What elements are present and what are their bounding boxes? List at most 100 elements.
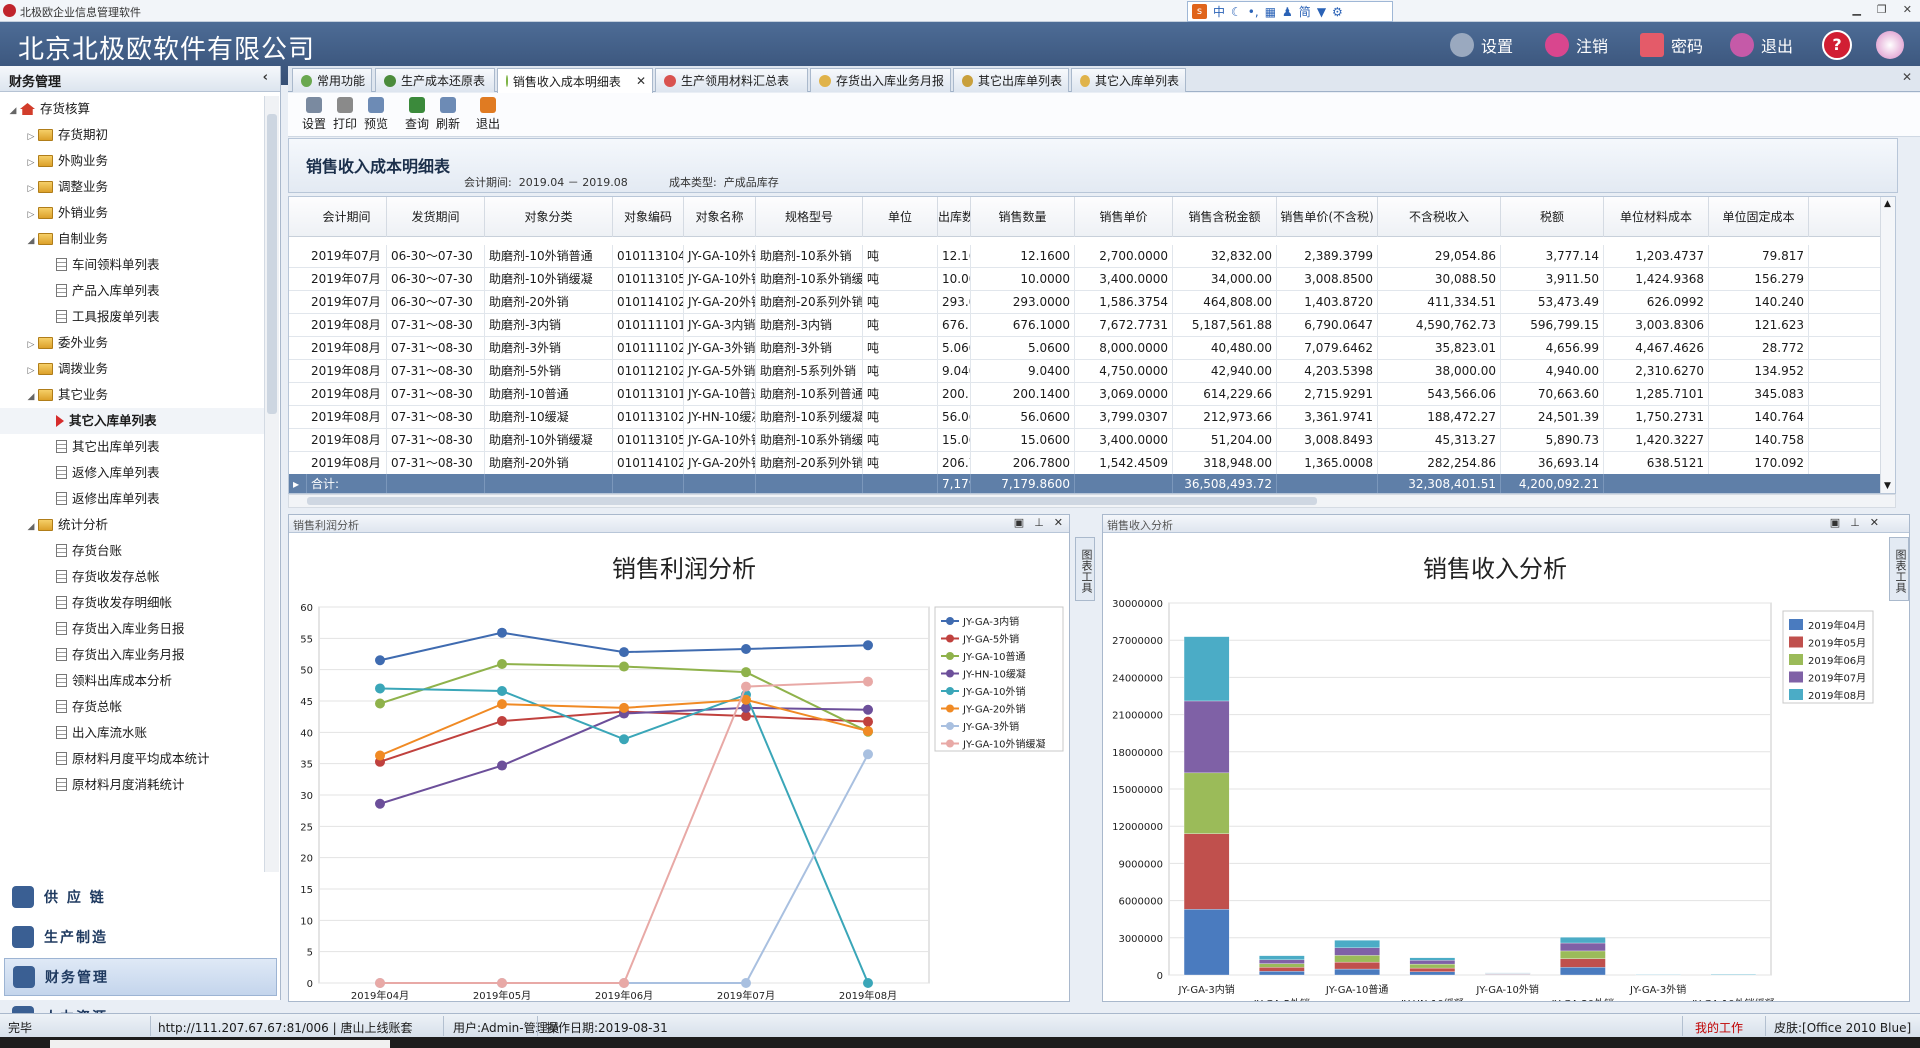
ime-simplified-mode[interactable]: 简 xyxy=(1299,3,1311,20)
tab-3[interactable]: 生产领用材料汇总表 xyxy=(655,68,808,92)
scroll-up-icon[interactable]: ▲ xyxy=(1884,199,1891,209)
chart-tools-tab-profit[interactable]: 图表工具 xyxy=(1075,537,1095,601)
tree-item[interactable]: ▷ 委外业务 xyxy=(0,330,264,356)
column-header[interactable]: 单位 xyxy=(863,197,938,237)
tree-item[interactable]: 产品入库单列表 xyxy=(0,278,264,304)
module-button[interactable]: 生产制造 xyxy=(4,918,277,956)
chevron-down-icon[interactable]: ◢ xyxy=(24,384,38,410)
logout-button[interactable]: 注销 xyxy=(1545,28,1608,62)
my-work-link[interactable]: 我的工作 xyxy=(1695,1019,1743,1036)
chevron-right-icon[interactable]: ▷ xyxy=(24,150,38,176)
column-header[interactable]: 税额 xyxy=(1501,197,1604,237)
tree-item[interactable]: 原材料月度消耗统计 xyxy=(0,772,264,798)
chevron-down-icon[interactable]: ◢ xyxy=(24,228,38,254)
refresh-button[interactable]: 刷新 xyxy=(432,97,464,132)
column-header[interactable]: 会计期间 xyxy=(307,197,387,237)
scroll-down-icon[interactable]: ▼ xyxy=(1884,481,1891,491)
panel-close-icon[interactable]: ✕ xyxy=(1870,516,1879,529)
help-button[interactable]: ? xyxy=(1822,28,1852,62)
exit-report-button[interactable]: 退出 xyxy=(472,97,504,132)
column-header[interactable]: 出库数量 xyxy=(938,197,971,237)
table-row[interactable]: 2019年07月 06-30～07-30 助磨剂-10外销缓凝 010113105 JY… xyxy=(289,268,1895,291)
chevron-right-icon[interactable]: ▷ xyxy=(24,202,38,228)
table-row[interactable]: 2019年08月 07-31～08-30 助磨剂-5外销 010112102 JY-GA… xyxy=(289,360,1895,383)
table-row[interactable]: 2019年08月 07-31～08-30 助磨剂-10缓凝 010113102 JY-H… xyxy=(289,406,1895,429)
tree-item[interactable]: 车间领料单列表 xyxy=(0,252,264,278)
tab-2[interactable]: 销售收入成本明细表 ✕ xyxy=(497,68,653,93)
column-header[interactable]: 对象名称 xyxy=(684,197,756,237)
ime-keyboard-icon[interactable]: ▦ xyxy=(1265,5,1276,19)
grid-vertical-scrollbar[interactable]: ▲ ▼ xyxy=(1880,197,1895,493)
column-header[interactable]: 销售单价(不含税) xyxy=(1277,197,1378,237)
tree-item[interactable]: ▷ 调拨业务 xyxy=(0,356,264,382)
tree-item[interactable]: 返修出库单列表 xyxy=(0,486,264,512)
panel-pin-icon[interactable]: ⊥ xyxy=(1034,516,1044,529)
panel-close-icon[interactable]: ✕ xyxy=(1054,516,1063,529)
tree-item[interactable]: 存货出入库业务日报 xyxy=(0,616,264,642)
preview-button[interactable]: 预览 xyxy=(360,97,392,132)
column-header[interactable]: 销售含税金额 xyxy=(1173,197,1277,237)
chevron-right-icon[interactable]: ▷ xyxy=(24,332,38,358)
table-row[interactable]: 2019年07月 06-30～07-30 助磨剂-20外销 010114102 JY-G… xyxy=(289,291,1895,314)
close-all-tabs-icon[interactable]: ✕ xyxy=(1902,70,1912,84)
tree-item[interactable]: ▷ 调整业务 xyxy=(0,174,264,200)
tree-item[interactable]: ◢ 自制业务 xyxy=(0,226,264,252)
panel-maximize-icon[interactable]: ▣ xyxy=(1830,516,1840,529)
column-header[interactable]: 对象编码 xyxy=(613,197,684,237)
chevron-right-icon[interactable]: ▷ xyxy=(24,176,38,202)
tree-item[interactable]: ▷ 外销业务 xyxy=(0,200,264,226)
column-header[interactable]: 对象分类 xyxy=(485,197,613,237)
table-row[interactable]: 2019年08月 07-31～08-30 助磨剂-10普通 010113101 JY-G… xyxy=(289,383,1895,406)
chevron-right-icon[interactable]: ▷ xyxy=(24,358,38,384)
tree-item[interactable]: 存货台账 xyxy=(0,538,264,564)
sidebar-scrollbar[interactable] xyxy=(264,96,279,872)
minimize-icon[interactable]: ▁ xyxy=(1852,3,1860,16)
tree-item[interactable]: ▷ 存货期初 xyxy=(0,122,264,148)
table-row[interactable]: 2019年08月 07-31～08-30 助磨剂-3内销 010111101 JY-GA… xyxy=(289,314,1895,337)
query-button[interactable]: 查询 xyxy=(401,97,433,132)
chevron-right-icon[interactable]: ▷ xyxy=(24,124,38,150)
ime-skin-icon[interactable]: ▼ xyxy=(1317,5,1326,19)
tree-item[interactable]: 工具报废单列表 xyxy=(0,304,264,330)
skin-selector[interactable]: 皮肤:[Office 2010 Blue] xyxy=(1774,1019,1911,1036)
ime-settings-icon[interactable]: ⚙ xyxy=(1332,5,1343,19)
tree-item[interactable]: 返修入库单列表 xyxy=(0,460,264,486)
tab-4[interactable]: 存货出入库业务月报 xyxy=(810,68,951,92)
column-header[interactable]: 单位固定成本 xyxy=(1709,197,1809,237)
tree-item[interactable]: ◢ 统计分析 xyxy=(0,512,264,538)
tab-6[interactable]: 其它入库单列表 xyxy=(1071,68,1186,92)
user-avatar-button[interactable] xyxy=(1876,28,1904,62)
chevron-down-icon[interactable]: ◢ xyxy=(24,514,38,540)
chevron-down-icon[interactable]: ◢ xyxy=(6,98,20,124)
tree-item[interactable]: 原材料月度平均成本统计 xyxy=(0,746,264,772)
column-header[interactable]: 规格型号 xyxy=(756,197,863,237)
table-row[interactable]: 2019年07月 06-30～07-30 助磨剂-10外销普通 010113104 JY… xyxy=(289,245,1895,268)
print-button[interactable]: 打印 xyxy=(329,97,361,132)
chart-tools-tab-revenue[interactable]: 图表工具 xyxy=(1889,537,1909,601)
column-header[interactable]: 销售单价 xyxy=(1075,197,1173,237)
ime-logo-icon[interactable]: s xyxy=(1192,4,1207,19)
ime-moon-icon[interactable]: ☾ xyxy=(1231,5,1242,19)
tree-item[interactable]: 其它入库单列表 xyxy=(0,408,264,434)
ime-user-icon[interactable]: ♟ xyxy=(1282,5,1293,19)
tree-item[interactable]: ◢ 存货核算 xyxy=(0,96,264,122)
tab-close-icon[interactable]: ✕ xyxy=(636,74,646,88)
tree-item[interactable]: ◢ 其它业务 xyxy=(0,382,264,408)
ime-punct-icon[interactable]: •, xyxy=(1248,5,1259,19)
column-header[interactable]: 单位材料成本 xyxy=(1604,197,1709,237)
tree-item[interactable]: 出入库流水账 xyxy=(0,720,264,746)
close-window-icon[interactable]: ✕ xyxy=(1903,3,1912,16)
sidebar-collapse-icon[interactable]: ‹ xyxy=(263,70,268,85)
ime-chinese-mode[interactable]: 中 xyxy=(1213,3,1225,20)
tree-item[interactable]: 存货收发存总帐 xyxy=(0,564,264,590)
tree-item[interactable]: 存货总帐 xyxy=(0,694,264,720)
tree-item[interactable]: 存货出入库业务月报 xyxy=(0,642,264,668)
table-row[interactable]: 2019年08月 07-31～08-30 助磨剂-3外销 010111102 JY-GA… xyxy=(289,337,1895,360)
tab-5[interactable]: 其它出库单列表 xyxy=(953,68,1069,92)
tree-item[interactable]: 其它出库单列表 xyxy=(0,434,264,460)
tree-item[interactable]: 存货收发存明细帐 xyxy=(0,590,264,616)
tab-1[interactable]: 生产成本还原表 xyxy=(375,68,495,92)
panel-maximize-icon[interactable]: ▣ xyxy=(1014,516,1024,529)
tab-0[interactable]: 常用功能 xyxy=(292,68,372,92)
ime-toolbar[interactable]: s 中 ☾ •, ▦ ♟ 简 ▼ ⚙ xyxy=(1187,1,1393,22)
